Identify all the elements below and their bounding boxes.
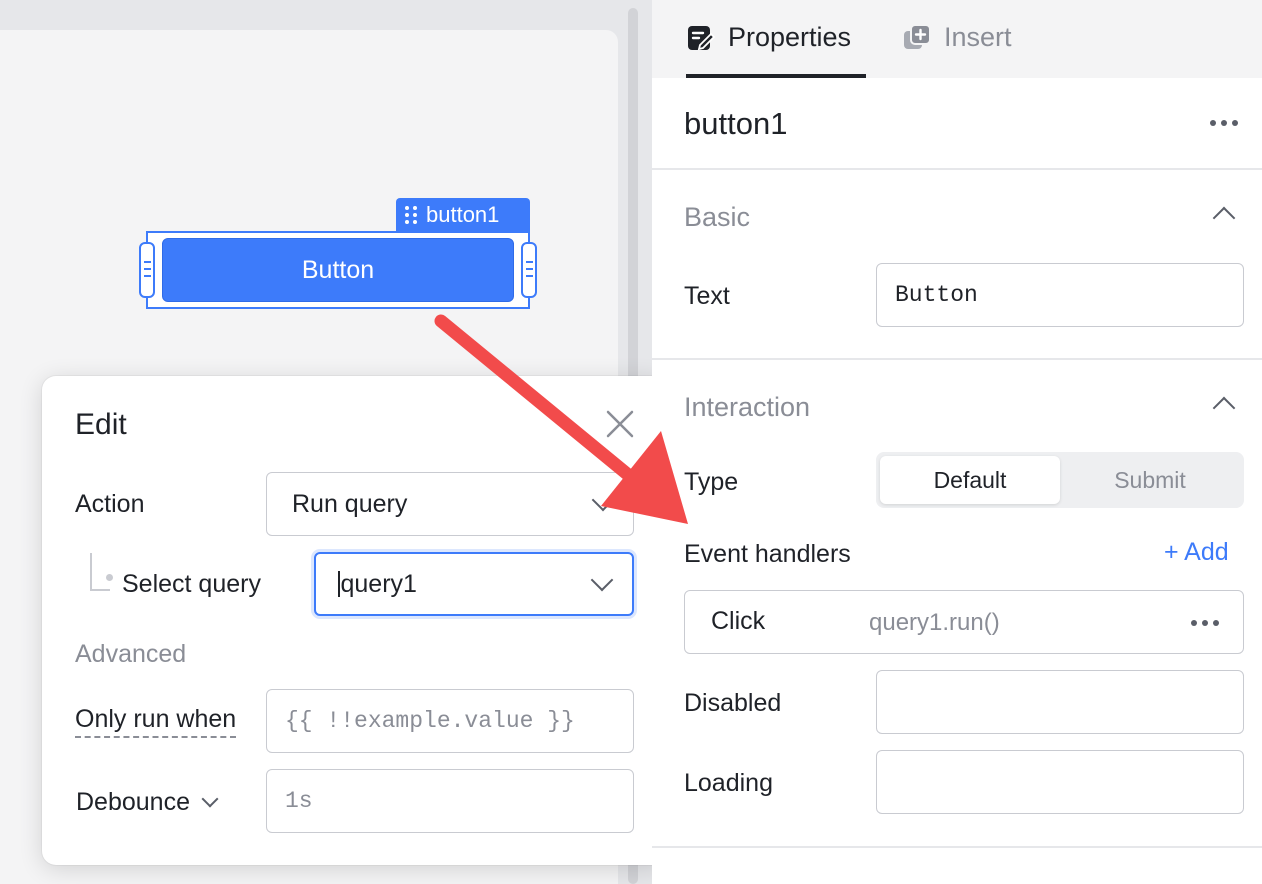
insert-icon bbox=[904, 23, 931, 49]
tab-properties-label: Properties bbox=[728, 22, 852, 52]
select-query-label: Select query bbox=[122, 570, 261, 598]
tab-properties[interactable]: Properties bbox=[686, 22, 851, 53]
action-select[interactable]: Run query bbox=[266, 472, 634, 536]
component-name[interactable]: button1 bbox=[684, 106, 787, 142]
text-label: Text bbox=[684, 282, 730, 310]
tree-connector-dot bbox=[106, 574, 113, 581]
component-tag-label: button1 bbox=[426, 201, 500, 227]
tab-insert[interactable]: Insert bbox=[902, 22, 1012, 53]
event-handlers-label: Event handlers bbox=[684, 540, 851, 568]
debounce-input[interactable]: 1s bbox=[266, 769, 634, 833]
chevron-up-icon[interactable] bbox=[1212, 206, 1236, 230]
advanced-section-label: Advanced bbox=[75, 640, 187, 668]
tab-insert-label: Insert bbox=[944, 22, 1012, 52]
close-icon[interactable] bbox=[602, 406, 638, 442]
text-input[interactable]: Button bbox=[876, 263, 1244, 327]
divider bbox=[652, 846, 1262, 848]
canvas-button[interactable]: Button bbox=[162, 238, 514, 302]
action-select-value: Run query bbox=[292, 489, 408, 518]
tree-connector bbox=[90, 553, 110, 591]
type-segmented-control: Default Submit bbox=[876, 452, 1244, 508]
resize-handle-left[interactable] bbox=[139, 242, 155, 298]
text-caret bbox=[338, 571, 340, 597]
chevron-down-icon bbox=[591, 488, 615, 512]
debounce-toggle[interactable]: Debounce bbox=[76, 788, 219, 817]
event-handler-row[interactable]: Click query1.run() bbox=[684, 590, 1244, 654]
handler-action: query1.run() bbox=[869, 609, 1000, 636]
chevron-up-icon[interactable] bbox=[1212, 396, 1236, 420]
type-label: Type bbox=[684, 468, 739, 496]
disabled-label: Disabled bbox=[684, 689, 782, 717]
divider bbox=[652, 358, 1262, 360]
component-drag-tag[interactable]: button1 bbox=[396, 198, 530, 231]
add-event-handler-button[interactable]: + Add bbox=[1164, 538, 1229, 567]
debounce-label: Debounce bbox=[76, 788, 190, 816]
chevron-down-icon bbox=[201, 790, 219, 808]
more-options-icon[interactable] bbox=[1210, 120, 1238, 126]
type-option-submit[interactable]: Submit bbox=[1060, 456, 1240, 504]
select-query-select[interactable]: query1 bbox=[314, 552, 634, 616]
select-query-value: query1 bbox=[340, 569, 417, 598]
section-interaction-title[interactable]: Interaction bbox=[684, 392, 810, 423]
divider bbox=[652, 168, 1262, 170]
disabled-input[interactable] bbox=[876, 670, 1244, 734]
loading-label: Loading bbox=[684, 769, 773, 797]
drag-handle-icon[interactable] bbox=[404, 205, 418, 225]
edit-event-handler-popover: Edit Action Run query Select query query… bbox=[42, 376, 666, 865]
loading-input[interactable] bbox=[876, 750, 1244, 814]
properties-panel: Properties Insert button1 Basic Text But… bbox=[652, 0, 1262, 884]
type-option-default[interactable]: Default bbox=[880, 456, 1060, 504]
edit-icon bbox=[688, 25, 716, 50]
active-tab-indicator bbox=[686, 74, 866, 78]
panel-tabs: Properties Insert bbox=[652, 0, 1262, 78]
section-basic-title[interactable]: Basic bbox=[684, 202, 750, 233]
handler-event: Click bbox=[711, 607, 766, 635]
only-run-when-label[interactable]: Only run when bbox=[75, 705, 237, 738]
action-label: Action bbox=[75, 490, 145, 518]
only-run-when-label-text: Only run when bbox=[75, 705, 237, 738]
chevron-down-icon bbox=[590, 568, 614, 592]
resize-handle-right[interactable] bbox=[521, 242, 537, 298]
popover-title: Edit bbox=[75, 408, 127, 441]
handler-more-icon[interactable] bbox=[1191, 620, 1219, 626]
only-run-when-input[interactable]: {{ !!example.value }} bbox=[266, 689, 634, 753]
